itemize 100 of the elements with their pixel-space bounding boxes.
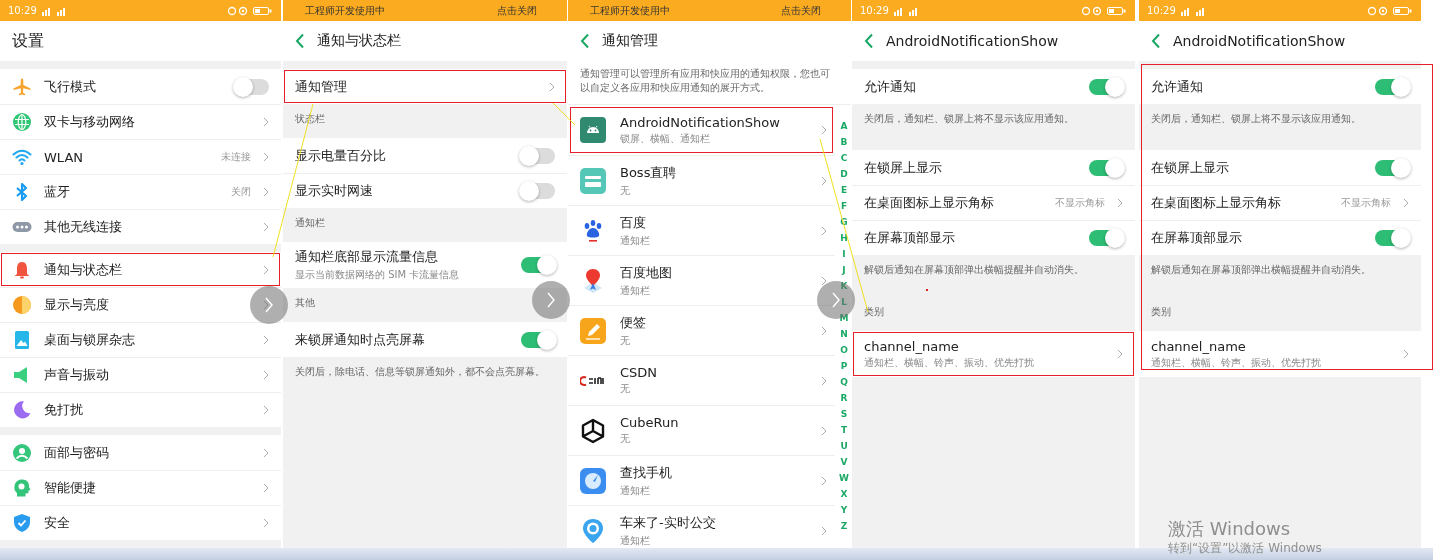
list-row[interactable]: 在锁屏上显示	[1139, 150, 1421, 185]
toggle-switch[interactable]	[521, 147, 555, 164]
list-row[interactable]: 通知与状态栏	[0, 252, 281, 287]
chevron-icon	[263, 370, 269, 380]
list-row[interactable]: 百度 通知栏	[568, 205, 835, 255]
back-icon[interactable]	[295, 33, 305, 49]
list-row[interactable]: WLAN 未连接	[0, 139, 281, 174]
toggle-switch[interactable]	[1375, 230, 1409, 246]
row-subtitle: 无	[620, 432, 631, 446]
chevron-icon	[1403, 349, 1409, 359]
row-subtitle: 无	[620, 382, 631, 396]
chevron-icon	[821, 175, 827, 186]
toggle-switch[interactable]	[235, 78, 269, 95]
close-link[interactable]: 点击关闭	[497, 3, 537, 18]
battery-icon	[1393, 5, 1413, 16]
list-row[interactable]: 来锁屏通知时点亮屏幕	[283, 322, 567, 357]
back-icon[interactable]	[1151, 33, 1161, 49]
list-row[interactable]: 在锁屏上显示	[852, 150, 1135, 185]
list-row[interactable]: 在桌面图标上显示角标 不显示角标	[852, 185, 1135, 220]
screen-title: 设置	[12, 30, 44, 52]
list-row[interactable]: 蓝牙 关闭	[0, 174, 281, 209]
list-row[interactable]: 通知栏底部显示流量信息 显示当前数据网络的 SIM 卡流量信息	[283, 242, 567, 288]
list-row[interactable]: 桌面与锁屏杂志	[0, 322, 281, 357]
next-arrow-button[interactable]	[250, 286, 288, 324]
chevron-icon	[263, 447, 269, 458]
screen-title: 通知管理	[602, 32, 658, 50]
chevron-icon	[821, 325, 827, 336]
chevron-icon	[263, 483, 269, 493]
list-row[interactable]: 在屏幕顶部显示	[852, 220, 1135, 255]
row-value: 不显示角标	[1055, 196, 1105, 210]
person-icon	[12, 442, 32, 463]
toggle-switch[interactable]	[1089, 78, 1123, 95]
toggle-switch[interactable]	[1089, 230, 1123, 246]
row-label: 允许通知	[1151, 77, 1204, 96]
next-arrow-button[interactable]	[532, 281, 570, 319]
list-row[interactable]: 在屏幕顶部显示	[1139, 220, 1421, 255]
list-row[interactable]: 声音与振动	[0, 357, 281, 392]
chevron-icon	[263, 152, 269, 162]
head-icon	[12, 478, 32, 498]
list-row[interactable]: Boss直聘 无	[568, 155, 835, 205]
close-link[interactable]: 点击关闭	[781, 3, 821, 18]
airplane-icon	[12, 76, 32, 97]
row-label: 查找手机	[620, 463, 673, 482]
list-row[interactable]: 显示电量百分比	[283, 138, 567, 173]
list-row[interactable]: CubeRun 无	[568, 405, 835, 455]
row-label: channel_name	[864, 338, 960, 354]
chevron-icon	[549, 81, 555, 92]
row-label: 声音与振动	[44, 366, 110, 384]
toggle-switch[interactable]	[1089, 159, 1123, 176]
toggle-switch[interactable]	[1375, 159, 1409, 176]
screen-title: 通知与状态栏	[317, 32, 401, 50]
hint-text: 解锁后通知在屏幕顶部弹出横幅提醒并自动消失。	[864, 263, 1084, 277]
list-row[interactable]: channel_name 通知栏、横幅、铃声、振动、优先打扰	[1139, 331, 1421, 377]
toggle-switch[interactable]	[521, 257, 555, 273]
toggle-switch[interactable]	[521, 183, 555, 199]
list-row[interactable]: 智能便捷	[0, 470, 281, 505]
row-subtitle: 无	[620, 333, 631, 348]
list-row[interactable]: 便签 无	[568, 305, 835, 355]
back-icon[interactable]	[864, 33, 874, 49]
row-label: 智能便捷	[44, 479, 97, 497]
list-row[interactable]: 显示与亮度	[0, 287, 281, 322]
row-subtitle: 显示当前数据网络的 SIM 卡流量信息	[295, 268, 461, 282]
list-row[interactable]: 通知管理	[283, 69, 567, 104]
list-row[interactable]: 允许通知	[852, 69, 1135, 104]
toggle-switch[interactable]	[521, 331, 555, 348]
row-label: CubeRun	[620, 415, 680, 430]
list-row[interactable]: 飞行模式	[0, 69, 281, 104]
list-row[interactable]: 显示实时网速	[283, 173, 567, 208]
status-time: 10:29	[1147, 5, 1176, 16]
list-row[interactable]: 查找手机 通知栏	[568, 455, 835, 505]
brightness-icon	[12, 295, 32, 315]
toggle-switch[interactable]	[1375, 78, 1409, 95]
row-label: 免打扰	[44, 401, 84, 419]
list-row[interactable]: 双卡与移动网络	[0, 104, 281, 139]
banner-text: 工程师开发使用中	[305, 3, 385, 18]
list-row[interactable]: AndroidNotificationShow 锁屏、横幅、通知栏	[568, 105, 835, 155]
row-label: 通知与状态栏	[44, 260, 123, 279]
app-tile-icon	[580, 167, 606, 194]
chevron-icon	[263, 335, 269, 345]
next-arrow-button[interactable]	[817, 281, 855, 319]
chevron-icon	[263, 264, 269, 275]
list-row[interactable]: 面部与密码	[0, 435, 281, 470]
chevron-icon	[1403, 198, 1409, 208]
list-row[interactable]: CSDN 无	[568, 355, 835, 405]
list-row[interactable]: 允许通知	[1139, 69, 1421, 104]
cube-outline-icon	[580, 417, 606, 444]
list-row[interactable]: 百度地图 通知栏	[568, 255, 835, 305]
battery-icon	[1107, 5, 1127, 16]
row-label: 桌面与锁屏杂志	[44, 331, 136, 349]
row-label: AndroidNotificationShow	[620, 114, 781, 130]
list-row[interactable]: 在桌面图标上显示角标 不显示角标	[1139, 185, 1421, 220]
list-row[interactable]: channel_name 通知栏、横幅、铃声、振动、优先打扰	[852, 331, 1135, 377]
list-row[interactable]: 免打扰	[0, 392, 281, 427]
list-row[interactable]: 其他无线连接	[0, 209, 281, 244]
hint-text: 解锁后通知在屏幕顶部弹出横幅提醒并自动消失。	[1151, 263, 1371, 277]
list-row[interactable]: 安全	[0, 505, 281, 540]
row-subtitle: 通知栏	[620, 283, 651, 298]
image-icon	[12, 330, 32, 350]
bell-icon	[12, 259, 32, 280]
back-icon[interactable]	[580, 33, 590, 49]
